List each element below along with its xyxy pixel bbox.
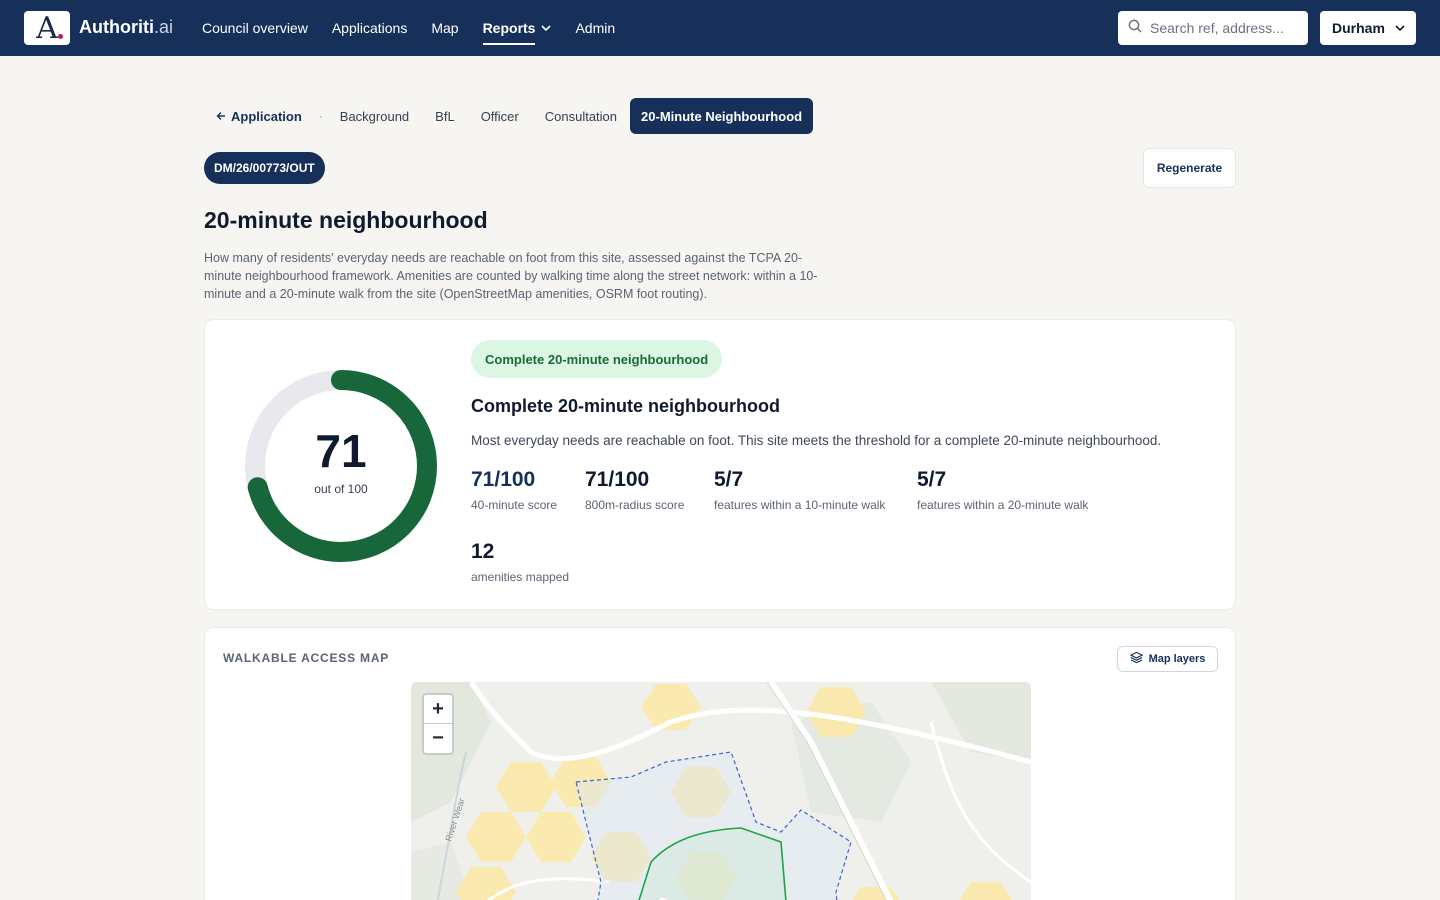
zoom-in-button[interactable]: + xyxy=(424,695,452,724)
logo-dot xyxy=(58,34,63,39)
brand-name-main: Authoriti xyxy=(79,17,154,37)
brand-name-suffix: .ai xyxy=(153,17,173,37)
stat-label: 40-minute score xyxy=(471,498,558,512)
score-value: 71 xyxy=(315,425,367,477)
stat-value: 5/7 xyxy=(917,468,947,491)
stat-amenities-mapped: 12 amenities mapped xyxy=(471,540,569,584)
stat-10-minute-walk: 5/7 features within a 10-minute walk xyxy=(714,468,885,512)
report-tabs: Application · Background BfL Officer Con… xyxy=(204,98,814,134)
map-tiles: River Wear xyxy=(411,682,1031,900)
stat-label: features within a 10-minute walk xyxy=(714,498,886,512)
score-max-label: out of 100 xyxy=(314,482,368,496)
status-badge: Complete 20-minute neighbourhood xyxy=(471,340,723,378)
logo-letter: A xyxy=(36,11,58,46)
brand-name[interactable]: Authoriti.ai xyxy=(79,17,173,38)
map-layers-label: Map layers xyxy=(1148,653,1206,665)
council-selector-label: Durham xyxy=(1332,20,1385,36)
stat-20-minute-walk: 5/7 features within a 20-minute walk xyxy=(917,468,1088,512)
tab-20-minute-neighbourhood[interactable]: 20-Minute Neighbourhood xyxy=(630,98,814,134)
back-to-application-link[interactable]: Application xyxy=(204,98,315,134)
regenerate-button[interactable]: Regenerate xyxy=(1143,148,1236,188)
stat-800m-radius-score: 71/100 800m-radius score xyxy=(585,468,684,512)
page-description: How many of residents' everyday needs ar… xyxy=(204,251,818,301)
nav-reports[interactable]: Reports xyxy=(482,0,552,56)
tab-background[interactable]: Background xyxy=(327,98,422,134)
stat-value: 5/7 xyxy=(714,468,744,491)
score-summary: Most everyday needs are reachable on foo… xyxy=(471,433,1162,448)
stat-value: 71/100 xyxy=(471,468,536,491)
tab-separator: · xyxy=(318,109,323,123)
map-layers-button[interactable]: Map layers xyxy=(1117,646,1218,672)
top-navigation-bar: A Authoriti.ai Council overview Applicat… xyxy=(0,0,1440,56)
council-selector[interactable]: Durham xyxy=(1320,11,1416,45)
map-zoom-control: + − xyxy=(422,693,454,755)
main-nav: Council overview Applications Map Report… xyxy=(202,0,615,56)
stat-label: amenities mapped xyxy=(471,570,570,584)
nav-reports-label: Reports xyxy=(482,20,536,36)
stat-value: 71/100 xyxy=(585,468,650,491)
tab-bfl[interactable]: BfL xyxy=(422,98,468,134)
nav-applications[interactable]: Applications xyxy=(332,0,408,56)
stat-value: 12 xyxy=(471,540,495,563)
tab-consultation[interactable]: Consultation xyxy=(532,98,630,134)
search-icon xyxy=(1128,19,1142,38)
nav-admin[interactable]: Admin xyxy=(575,0,615,56)
nav-council-overview[interactable]: Council overview xyxy=(202,0,308,56)
search-box[interactable] xyxy=(1118,11,1308,45)
back-link-label: Application xyxy=(231,108,302,124)
nav-map[interactable]: Map xyxy=(431,0,458,56)
stat-40-minute-score: 71/100 40-minute score xyxy=(471,468,557,512)
search-input[interactable] xyxy=(1150,20,1300,36)
tab-officer[interactable]: Officer xyxy=(468,98,532,134)
map-heading: WALKABLE ACCESS MAP xyxy=(223,651,390,665)
walkable-access-map-card: WALKABLE ACCESS MAP Map layers River Wea… xyxy=(204,627,1236,900)
page-title: 20-minute neighbourhood xyxy=(204,207,488,233)
brand-logo[interactable]: A xyxy=(24,11,70,45)
chevron-down-icon xyxy=(541,23,552,34)
application-reference-badge: DM/26/00773/OUT xyxy=(204,152,325,184)
layers-icon xyxy=(1129,651,1143,667)
zoom-out-button[interactable]: − xyxy=(424,724,452,753)
stat-label: 800m-radius score xyxy=(585,498,685,512)
score-card: 71 out of 100 Complete 20-minute neighbo… xyxy=(204,319,1236,610)
score-heading: Complete 20-minute neighbourhood xyxy=(471,396,780,416)
stat-label: features within a 20-minute walk xyxy=(917,498,1089,512)
chevron-down-icon xyxy=(1395,23,1405,34)
arrow-left-icon xyxy=(216,109,226,124)
walkable-access-map[interactable]: River Wear + − xyxy=(411,682,1031,900)
